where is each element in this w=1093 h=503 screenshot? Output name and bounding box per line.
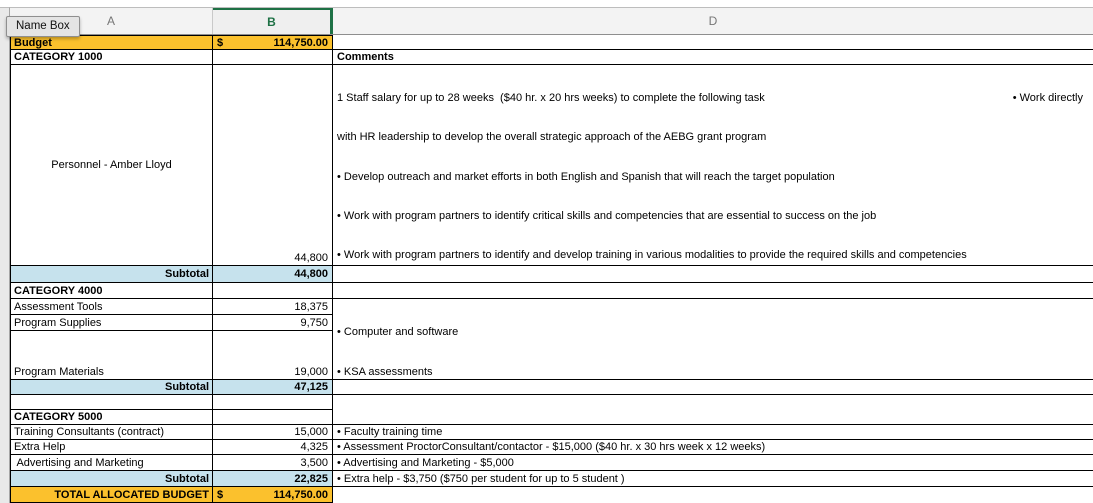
amount-value: 114,750.00 — [274, 37, 328, 49]
cell-total-amount[interactable]: $ 114,750.00 — [213, 487, 333, 503]
grid-columns-a-b: Budget $ 114,750.00 CATEGORY 1000 Person… — [10, 35, 333, 503]
column-header-row: A B D — [10, 7, 1093, 35]
cell-extra-help-label[interactable]: Extra Help — [10, 440, 213, 455]
cell-d-assessment-proctor-comment[interactable]: • Assessment ProctorConsultant/contactor… — [333, 440, 1093, 455]
cell-category-5000-label[interactable]: CATEGORY 5000 — [10, 410, 213, 425]
cell-personnel-amount[interactable]: 44,800 — [213, 65, 333, 266]
cell-d-category-4000[interactable] — [333, 283, 1093, 299]
cell-category-1000-label[interactable]: CATEGORY 1000 — [10, 50, 213, 65]
row-subtotal-3: Subtotal 22,825 — [10, 471, 333, 487]
comment-line: • Work with program partners to identify… — [337, 248, 1083, 263]
cell-d-budget-row[interactable] — [333, 35, 1093, 50]
cell-category-1000-b[interactable] — [213, 50, 333, 65]
row-personnel: Personnel - Amber Lloyd 44,800 — [10, 65, 333, 266]
row-training-consultants: Training Consultants (contract) 15,000 — [10, 425, 333, 440]
cell-advertising-label[interactable]: Advertising and Marketing — [10, 455, 213, 471]
cell-d-advertising-comment[interactable]: • Advertising and Marketing - $5,000 — [333, 455, 1093, 471]
row-budget: Budget $ 114,750.00 — [10, 35, 333, 50]
cell-d-faculty-comment[interactable]: • Faculty training time — [333, 425, 1093, 440]
comment-line: • Computer and software — [337, 325, 1083, 341]
cell-program-supplies-label[interactable]: Program Supplies — [10, 315, 213, 331]
cell-category-4000-label[interactable]: CATEGORY 4000 — [10, 283, 213, 299]
row-assessment-tools: Assessment Tools 18,375 — [10, 299, 333, 315]
row-advertising: Advertising and Marketing 3,500 — [10, 455, 333, 471]
name-box-tooltip: Name Box — [6, 16, 80, 37]
comment-line: • Develop outreach and market efforts in… — [337, 170, 1083, 185]
row-category-5000: CATEGORY 5000 — [10, 410, 333, 425]
cell-training-consultants-amount[interactable]: 15,000 — [213, 425, 333, 440]
cell-budget-label[interactable]: Budget — [10, 35, 213, 50]
comment-line: • Work with program partners to identify… — [337, 209, 1083, 224]
row-header-strip[interactable] — [0, 7, 10, 503]
cell-subtotal-1-label[interactable]: Subtotal — [10, 266, 213, 283]
row-total: TOTAL ALLOCATED BUDGET $ 114,750.00 — [10, 487, 333, 503]
grid-column-d: Comments 1 Staff salary for up to 28 wee… — [333, 35, 1093, 503]
spreadsheet-window: A B D Name Box Budget $ 114,750.00 CATEG… — [0, 0, 1093, 503]
cell-d-extra-help-comment[interactable]: • Extra help - $3,750 ($750 per student … — [333, 471, 1093, 487]
comment-text: 1 Staff salary for up to 28 weeks ($40 h… — [337, 91, 765, 106]
cell-assessment-tools-amount[interactable]: 18,375 — [213, 299, 333, 315]
row-program-supplies: Program Supplies 9,750 — [10, 315, 333, 331]
row-extra-help: Extra Help 4,325 — [10, 440, 333, 455]
column-header-b[interactable]: B — [213, 8, 333, 34]
row-category-1000: CATEGORY 1000 — [10, 50, 333, 65]
cell-d-comments-header[interactable]: Comments — [333, 50, 1093, 65]
cell-d-category-4000-comments[interactable]: • Computer and software • KSA assessment… — [333, 299, 1093, 380]
amount-value: 114,750.00 — [274, 489, 328, 501]
cell-subtotal-2-amount[interactable]: 47,125 — [213, 380, 333, 395]
cell-subtotal-2-label[interactable]: Subtotal — [10, 380, 213, 395]
cell-d-total-row[interactable] — [333, 487, 1093, 503]
cell-assessment-tools-label[interactable]: Assessment Tools — [10, 299, 213, 315]
cell-program-supplies-amount[interactable]: 9,750 — [213, 315, 333, 331]
cell-blank-b[interactable] — [213, 395, 333, 410]
cell-d-subtotal-2[interactable] — [333, 380, 1093, 395]
cell-category-4000-b[interactable] — [213, 283, 333, 299]
currency-symbol: $ — [217, 489, 223, 501]
row-subtotal-2: Subtotal 47,125 — [10, 380, 333, 395]
cell-program-materials-label[interactable]: Program Materials — [10, 331, 213, 380]
comment-line: • KSA assessments — [337, 365, 1083, 380]
cell-d-personnel-comment[interactable]: 1 Staff salary for up to 28 weeks ($40 h… — [333, 65, 1093, 266]
cell-program-materials-amount[interactable]: 19,000 — [213, 331, 333, 380]
cell-blank-a[interactable] — [10, 395, 213, 410]
comment-text-right: • Work directly — [1013, 91, 1083, 106]
cell-personnel-label[interactable]: Personnel - Amber Lloyd — [10, 65, 213, 266]
row-blank — [10, 395, 333, 410]
row-category-4000: CATEGORY 4000 — [10, 283, 333, 299]
comment-line: with HR leadership to develop the overal… — [337, 130, 1083, 145]
cell-subtotal-3-amount[interactable]: 22,825 — [213, 471, 333, 487]
cell-d-category-5000[interactable] — [333, 410, 1093, 425]
column-header-d[interactable]: D — [333, 8, 1093, 34]
row-program-materials: Program Materials 19,000 — [10, 331, 333, 380]
cell-d-subtotal-1[interactable] — [333, 266, 1093, 283]
cell-budget-amount[interactable]: $ 114,750.00 — [213, 35, 333, 50]
comment-line: 1 Staff salary for up to 28 weeks ($40 h… — [337, 91, 1083, 106]
cell-advertising-amount[interactable]: 3,500 — [213, 455, 333, 471]
cell-extra-help-amount[interactable]: 4,325 — [213, 440, 333, 455]
cell-subtotal-3-label[interactable]: Subtotal — [10, 471, 213, 487]
currency-symbol: $ — [217, 37, 223, 49]
cell-total-label[interactable]: TOTAL ALLOCATED BUDGET — [10, 487, 213, 503]
cell-category-5000-b[interactable] — [213, 410, 333, 425]
cell-subtotal-1-amount[interactable]: 44,800 — [213, 266, 333, 283]
cell-training-consultants-label[interactable]: Training Consultants (contract) — [10, 425, 213, 440]
row-subtotal-1: Subtotal 44,800 — [10, 266, 333, 283]
